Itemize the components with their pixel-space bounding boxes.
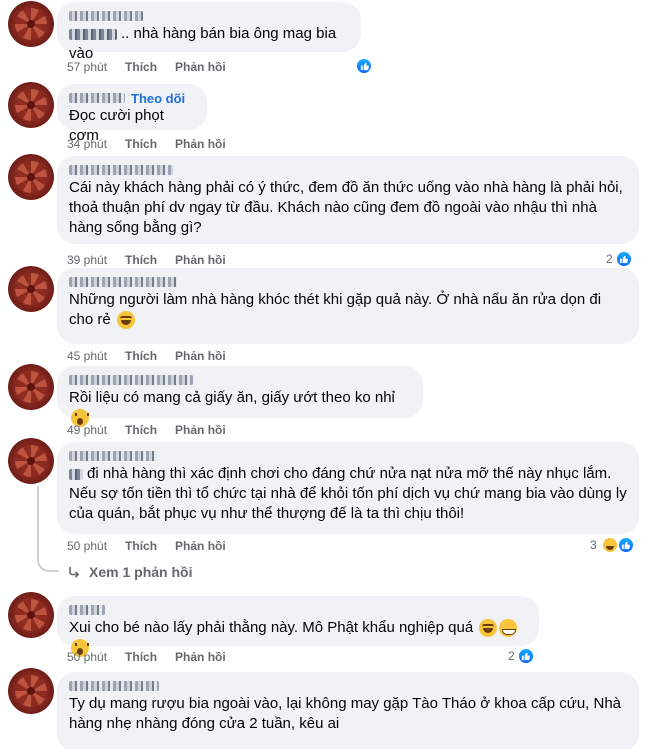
reply-button[interactable]: Phản hồi	[175, 650, 226, 664]
author-name[interactable]	[69, 602, 527, 618]
comment-actions: 57 phút Thích Phản hồi	[67, 59, 226, 75]
reply-thread-line	[37, 486, 39, 558]
avatar[interactable]	[8, 266, 54, 312]
timestamp[interactable]: 39 phút	[67, 253, 107, 267]
blurred-author-name[interactable]	[69, 605, 105, 615]
like-button[interactable]: Thích	[125, 60, 157, 74]
reaction-count: 2	[508, 649, 515, 663]
laughing-emoji-icon	[116, 311, 135, 330]
author-name[interactable]	[69, 8, 349, 24]
reply-button[interactable]: Phản hồi	[175, 349, 226, 363]
author-name[interactable]	[69, 678, 627, 694]
reply-button[interactable]: Phản hồi	[175, 253, 226, 267]
like-button[interactable]: Thích	[125, 423, 157, 437]
reply-button[interactable]: Phản hồi	[175, 137, 226, 151]
blurred-author-name[interactable]	[69, 277, 177, 287]
like-reaction-icon	[355, 57, 373, 75]
reply-button[interactable]: Phản hồi	[175, 539, 226, 553]
view-replies-link[interactable]: Xem 1 phản hồi	[67, 564, 192, 580]
like-button[interactable]: Thích	[125, 539, 157, 553]
comment-actions: 45 phút Thích Phản hồi	[67, 348, 226, 364]
reaction-summary[interactable]	[355, 57, 373, 75]
comment-actions: 50 phút Thích Phản hồi	[67, 538, 226, 554]
comment-bubble: Theo dõi Đọc cười phọt cơm	[57, 84, 207, 144]
like-reaction-icon	[516, 647, 535, 665]
comment-bubble: Xui cho bé nào lấy phải thằng này. Mô Ph…	[57, 596, 539, 658]
author-name[interactable]	[69, 372, 411, 388]
blurred-mention	[69, 468, 83, 480]
avatar[interactable]	[8, 154, 54, 200]
reply-button[interactable]: Phản hồi	[175, 423, 226, 437]
timestamp[interactable]: 49 phút	[67, 423, 107, 437]
like-button[interactable]: Thích	[125, 137, 157, 151]
blurred-author-name[interactable]	[69, 375, 193, 385]
reply-thread-connector	[37, 558, 59, 572]
timestamp[interactable]: 45 phút	[67, 349, 107, 363]
blurred-author-name[interactable]	[69, 451, 157, 461]
timestamp[interactable]: 50 phút	[67, 539, 107, 553]
comment-bubble: Cái này khách hàng phải có ý thức, đem đ…	[57, 156, 639, 244]
comment-actions: 39 phút Thích Phản hồi	[67, 252, 226, 268]
comment-bubble: đi nhà hàng thì xác định chơi cho đáng c…	[57, 442, 639, 534]
like-reaction-icon	[614, 250, 633, 268]
avatar[interactable]	[8, 438, 54, 484]
avatar[interactable]	[8, 1, 54, 47]
blurred-mention	[69, 28, 117, 40]
blurred-author-name[interactable]	[69, 165, 173, 175]
reaction-count: 3	[590, 538, 597, 552]
avatar[interactable]	[8, 364, 54, 410]
comment-actions: 50 phút Thích Phản hồi	[67, 649, 226, 665]
author-name[interactable]	[69, 274, 627, 290]
like-button[interactable]: Thích	[125, 349, 157, 363]
timestamp[interactable]: 57 phút	[67, 60, 107, 74]
comment-text: đi nhà hàng thì xác định chơi cho đáng c…	[69, 465, 627, 522]
blurred-author-name[interactable]	[69, 681, 159, 691]
blurred-author-name[interactable]	[69, 11, 143, 21]
view-replies-label[interactable]: Xem 1 phản hồi	[89, 564, 192, 580]
reaction-summary[interactable]: 2	[606, 250, 633, 268]
comment-bubble: .. nhà hàng bán bia ông mag bia vào	[57, 2, 361, 62]
reaction-count: 2	[606, 252, 613, 266]
comment-bubble: Ty dụ mang rượu bia ngoài vào, lại không…	[57, 672, 639, 749]
avatar[interactable]	[8, 82, 54, 128]
comment-bubble: Rồi liệu có mang cả giấy ăn, giấy ướt th…	[57, 366, 423, 428]
follow-button[interactable]: Theo dõi	[131, 91, 185, 106]
haha-reaction-icon	[600, 536, 619, 554]
author-name[interactable]: Theo dõi	[69, 90, 195, 106]
comment-text: Những người làm nhà hàng khóc thét khi g…	[69, 291, 602, 330]
comment-bubble: Những người làm nhà hàng khóc thét khi g…	[57, 268, 639, 344]
like-button[interactable]: Thích	[125, 253, 157, 267]
laughing-emoji-icon	[479, 619, 498, 638]
comment-actions: 49 phút Thích Phản hồi	[67, 422, 226, 438]
reaction-summary[interactable]: 2	[508, 647, 535, 665]
comment-text: .. nhà hàng bán bia ông mag bia vào	[69, 25, 337, 62]
comment-text: Cái này khách hàng phải có ý thức, đem đ…	[69, 179, 623, 236]
grinning-emoji-icon	[499, 619, 518, 638]
blurred-author-name[interactable]	[69, 93, 125, 103]
author-name[interactable]	[69, 162, 627, 178]
timestamp[interactable]: 34 phút	[67, 137, 107, 151]
author-name[interactable]	[69, 448, 627, 464]
like-reaction-icon	[616, 536, 635, 554]
avatar[interactable]	[8, 668, 54, 714]
comment-text: Ty dụ mang rượu bia ngoài vào, lại không…	[69, 695, 622, 732]
reaction-summary[interactable]: 3	[590, 536, 635, 554]
comment-actions: 34 phút Thích Phản hồi	[67, 136, 226, 152]
timestamp[interactable]: 50 phút	[67, 650, 107, 664]
avatar[interactable]	[8, 592, 54, 638]
reply-arrow-icon	[69, 567, 80, 578]
like-button[interactable]: Thích	[125, 650, 157, 664]
reply-button[interactable]: Phản hồi	[175, 60, 226, 74]
